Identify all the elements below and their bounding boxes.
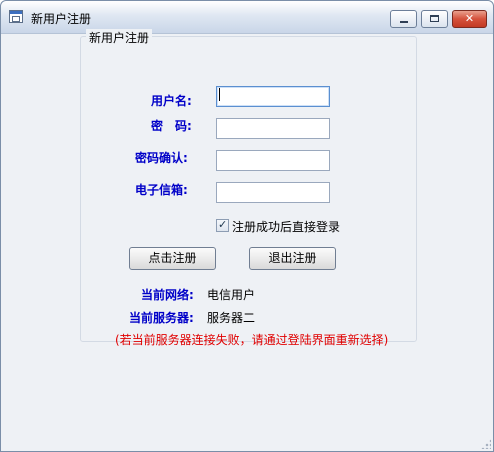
password-label: 密 码: [151,119,192,133]
groupbox-title: 新用户注册 [86,29,153,46]
network-value: 电信用户 [207,288,256,302]
close-button[interactable] [452,10,487,28]
exit-register-button[interactable]: 退出注册 [249,247,336,270]
auto-login-checkbox[interactable] [216,218,229,232]
username-input[interactable] [216,86,330,107]
app-window-icon [9,10,23,23]
email-input[interactable] [216,182,330,203]
maximize-button[interactable] [421,10,448,28]
minimize-button[interactable] [390,10,417,28]
email-label: 电子信箱: [135,183,188,197]
username-label: 用户名: [151,94,192,108]
register-button[interactable]: 点击注册 [129,247,216,270]
server-label: 当前服务器: [129,311,194,325]
network-label: 当前网络: [141,288,194,302]
server-value: 服务器二 [207,311,256,325]
password-input[interactable] [216,118,330,139]
text-caret [219,88,220,101]
password-confirm-label: 密码确认: [135,151,188,165]
server-warning-text: (若当前服务器连接失败，请通过登陆界面重新选择) [115,333,389,347]
auto-login-label[interactable]: 注册成功后直接登录 [232,218,340,235]
password-confirm-input[interactable] [216,150,330,171]
window-title: 新用户注册 [31,12,92,26]
title-bar[interactable]: 新用户注册 [1,1,493,34]
